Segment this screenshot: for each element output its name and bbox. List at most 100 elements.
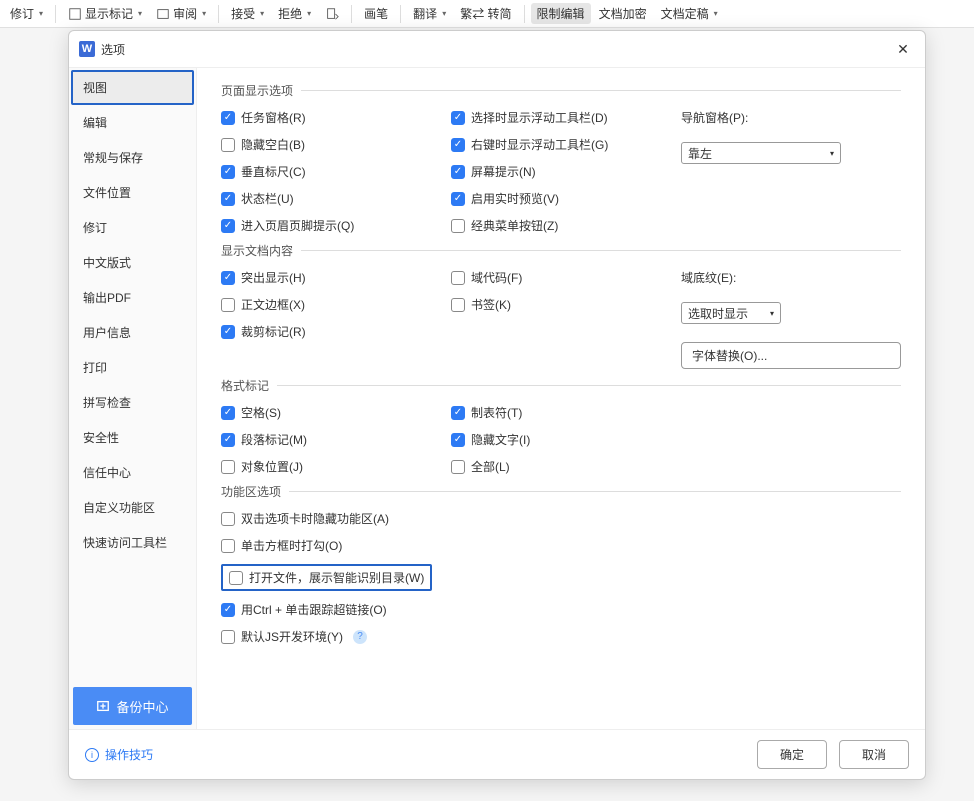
sidebar-item-export-pdf[interactable]: 输出PDF [69,280,196,315]
checkbox-g1c1-4[interactable]: 进入页眉页脚提示(Q) [221,217,451,234]
shade-select[interactable]: 选取时显示 ▾ [681,302,781,324]
checkbox-label: 启用实时预览(V) [471,190,559,207]
sidebar-item-qat[interactable]: 快速访问工具栏 [69,525,196,560]
checkbox-g1c2-4[interactable]: 经典菜单按钮(Z) [451,217,681,234]
tips-link[interactable]: i 操作技巧 [85,746,153,763]
checkbox-g1c1-0[interactable]: 任务窗格(R) [221,109,451,126]
checkbox-label: 正文边框(X) [241,296,305,313]
dialog-titlebar: W 选项 ✕ [69,31,925,68]
sidebar-item-user-info[interactable]: 用户信息 [69,315,196,350]
checkbox-g4-3[interactable]: 用Ctrl + 单击跟踪超链接(O) [221,601,901,618]
checkbox-g3c2-2[interactable]: 全部(L) [451,458,681,475]
tb-accept[interactable]: 接受▾ [225,3,270,24]
checkbox-box [221,192,235,206]
checkbox-box [221,325,235,339]
checkbox-g1c2-3[interactable]: 启用实时预览(V) [451,190,681,207]
review-icon [156,7,170,21]
checkbox-box [221,406,235,420]
tb-translate[interactable]: 翻译▾ [407,3,452,24]
tb-doc-encrypt[interactable]: 文档加密 [593,3,653,24]
sidebar-item-view[interactable]: 视图 [71,70,194,105]
font-substitute-button[interactable]: 字体替换(O)... [681,342,901,369]
tb-doc-final[interactable]: 文档定稿▾ [655,3,724,24]
checkbox-g3c1-0[interactable]: 空格(S) [221,404,451,421]
tb-review[interactable]: 审阅▾ [150,3,212,24]
tb-show-marks[interactable]: 显示标记▾ [62,3,148,24]
checkbox-g2c2-0[interactable]: 域代码(F) [451,269,681,286]
checkbox-label: 对象位置(J) [241,458,303,475]
ok-button[interactable]: 确定 [757,740,827,769]
checkbox-box [221,111,235,125]
help-icon[interactable]: ? [353,630,367,644]
sidebar-item-chinese-layout[interactable]: 中文版式 [69,245,196,280]
tb-pen[interactable]: 画笔 [358,3,394,24]
shade-value: 选取时显示 [688,305,748,322]
checkbox-box [451,138,465,152]
checkbox-box [221,298,235,312]
ribbon-toolbar: 修订▾ 显示标记▾ 审阅▾ 接受▾ 拒绝▾ 画笔 翻译▾ 繁⇄ 转简 限制编辑 … [0,0,974,28]
checkbox-box [451,192,465,206]
tb-next-change[interactable] [319,5,345,23]
sidebar-item-print[interactable]: 打印 [69,350,196,385]
checkbox-g1c2-2[interactable]: 屏幕提示(N) [451,163,681,180]
checkbox-box [221,512,235,526]
checkbox-g2c1-1[interactable]: 正文边框(X) [221,296,451,313]
doc-arrow-icon [325,7,339,21]
checkbox-label: 突出显示(H) [241,269,306,286]
cancel-button[interactable]: 取消 [839,740,909,769]
checkbox-box [451,219,465,233]
checkbox-box [221,433,235,447]
close-icon: ✕ [897,41,909,58]
checkbox-g1c1-2[interactable]: 垂直标尺(C) [221,163,451,180]
checkbox-g4-4[interactable]: 默认JS开发环境(Y)? [221,628,901,645]
checkbox-g2c1-0[interactable]: 突出显示(H) [221,269,451,286]
checkbox-g3c2-1[interactable]: 隐藏文字(I) [451,431,681,448]
sidebar-item-spellcheck[interactable]: 拼写检查 [69,385,196,420]
checkbox-label: 书签(K) [471,296,511,313]
checkbox-label: 默认JS开发环境(Y) [241,628,343,645]
app-w-icon: W [79,41,95,57]
group-title-page-display: 页面显示选项 [221,82,901,99]
tb-restrict-edit[interactable]: 限制编辑 [531,3,591,24]
checkbox-g1c1-1[interactable]: 隐藏空白(B) [221,136,451,153]
checkbox-g1c1-3[interactable]: 状态栏(U) [221,190,451,207]
sidebar-item-customize-ribbon[interactable]: 自定义功能区 [69,490,196,525]
sidebar-item-security[interactable]: 安全性 [69,420,196,455]
sidebar-item-trust-center[interactable]: 信任中心 [69,455,196,490]
tb-revise[interactable]: 修订▾ [4,3,49,24]
checkbox-g1c2-1[interactable]: 右键时显示浮动工具栏(G) [451,136,681,153]
close-button[interactable]: ✕ [891,37,915,61]
checkbox-g3c2-0[interactable]: 制表符(T) [451,404,681,421]
checkbox-box [221,603,235,617]
checkbox-g2c2-1[interactable]: 书签(K) [451,296,681,313]
sidebar-item-file-location[interactable]: 文件位置 [69,175,196,210]
checkbox-box [221,460,235,474]
checkbox-g3c1-1[interactable]: 段落标记(M) [221,431,451,448]
nav-pane-value: 靠左 [688,145,712,162]
nav-pane-label: 导航窗格(P): [681,109,901,126]
checkbox-box [221,165,235,179]
checkbox-label: 裁剪标记(R) [241,323,306,340]
checkbox-label: 打开文件，展示智能识别目录(W) [249,569,424,586]
tb-reject[interactable]: 拒绝▾ [272,3,317,24]
sidebar-item-general-save[interactable]: 常规与保存 [69,140,196,175]
checkbox-label: 屏幕提示(N) [471,163,536,180]
checkbox-box [221,271,235,285]
checkbox-label: 隐藏文字(I) [471,431,530,448]
checkbox-g4-0[interactable]: 双击选项卡时隐藏功能区(A) [221,510,901,527]
nav-pane-select[interactable]: 靠左 ▾ [681,142,841,164]
backup-center-button[interactable]: 备份中心 [73,687,192,725]
checkbox-g1c2-0[interactable]: 选择时显示浮动工具栏(D) [451,109,681,126]
checkbox-g4-1[interactable]: 单击方框时打勾(O) [221,537,901,554]
backup-icon [96,699,110,713]
checkbox-label: 段落标记(M) [241,431,307,448]
checkbox-label: 双击选项卡时隐藏功能区(A) [241,510,389,527]
checkbox-box [451,460,465,474]
checkbox-g3c1-2[interactable]: 对象位置(J) [221,458,451,475]
checkbox-g2c1-2[interactable]: 裁剪标记(R) [221,323,451,340]
checkbox-g4-2[interactable]: 打开文件，展示智能识别目录(W) [229,569,424,586]
tb-trad-simp[interactable]: 繁⇄ 转简 [454,3,517,24]
checkbox-label: 进入页眉页脚提示(Q) [241,217,354,234]
sidebar-item-revision[interactable]: 修订 [69,210,196,245]
sidebar-item-edit[interactable]: 编辑 [69,105,196,140]
